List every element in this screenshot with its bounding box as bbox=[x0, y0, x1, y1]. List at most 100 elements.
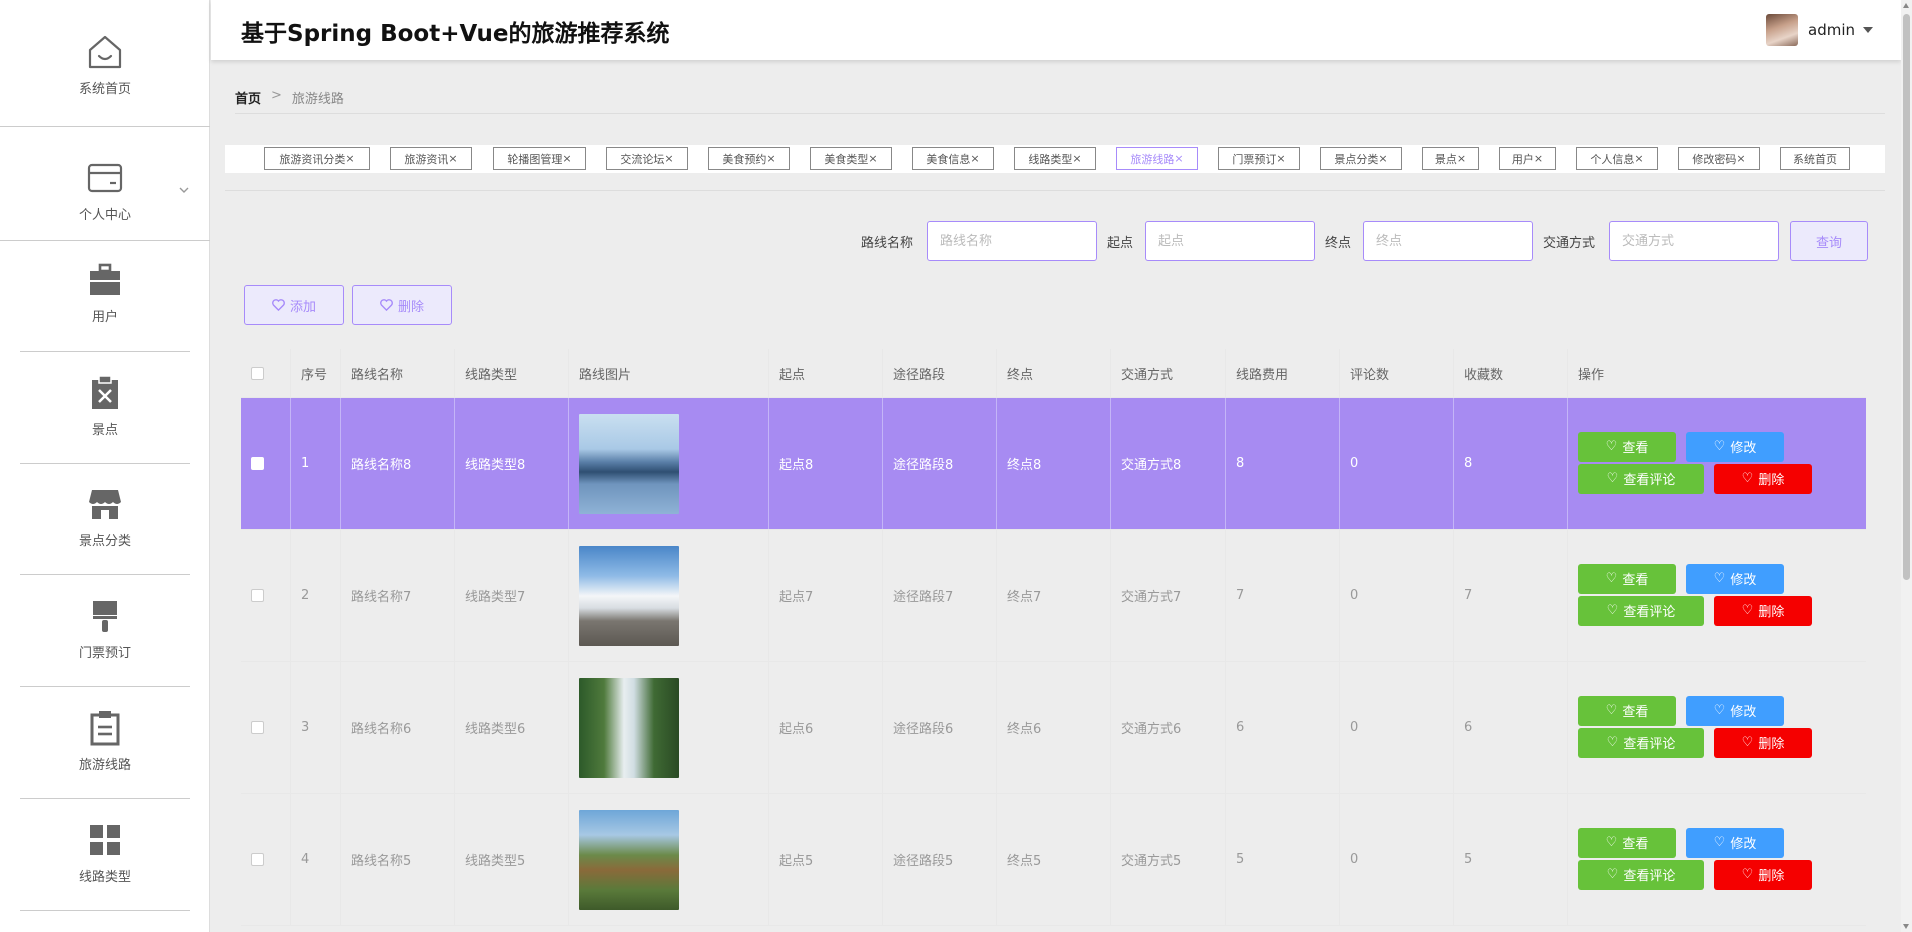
caret-down-icon[interactable] bbox=[1863, 27, 1873, 33]
tag-home[interactable]: 系统首页 bbox=[1780, 147, 1850, 170]
sidebar-item-personal-center[interactable]: 个人中心 bbox=[0, 140, 210, 240]
delete-row-button[interactable]: ♡ 删除 bbox=[1714, 463, 1812, 494]
close-icon[interactable]: × bbox=[868, 152, 877, 165]
heart-icon: ♡ bbox=[1605, 835, 1618, 850]
close-icon[interactable]: × bbox=[1276, 152, 1285, 165]
cell-route: 途径路段6 bbox=[883, 662, 997, 793]
row-checkbox[interactable] bbox=[251, 457, 264, 470]
close-icon[interactable]: × bbox=[1736, 152, 1745, 165]
tag-personal-info[interactable]: 个人信息 × bbox=[1576, 147, 1658, 170]
sidebar-item-home[interactable]: 系统首页 bbox=[0, 14, 210, 114]
waterfall-photo[interactable] bbox=[579, 677, 679, 778]
edit-button[interactable]: ♡ 修改 bbox=[1686, 827, 1784, 858]
table-row[interactable]: 2 路线名称7 线路类型7 起点7 途径路段7 终点7 交通方式7 7 0 7 … bbox=[241, 530, 1866, 662]
scroll-down-arrow[interactable] bbox=[1903, 924, 1909, 929]
select-all-checkbox[interactable] bbox=[251, 366, 264, 380]
delete-row-button[interactable]: ♡ 删除 bbox=[1714, 859, 1812, 890]
great-wall-photo[interactable] bbox=[579, 809, 679, 910]
avatar[interactable] bbox=[1766, 14, 1798, 46]
close-icon[interactable]: × bbox=[1634, 152, 1643, 165]
tag-food-info[interactable]: 美食信息 × bbox=[912, 147, 994, 170]
view-button[interactable]: ♡ 查看 bbox=[1578, 431, 1676, 462]
tag-attractions[interactable]: 景点 × bbox=[1422, 147, 1479, 170]
close-icon[interactable]: × bbox=[970, 152, 979, 165]
end-input[interactable] bbox=[1363, 221, 1533, 261]
start-input[interactable] bbox=[1145, 221, 1315, 261]
close-icon[interactable]: × bbox=[1534, 152, 1543, 165]
query-button[interactable]: 查询 bbox=[1790, 221, 1868, 261]
tag-news-category[interactable]: 旅游资讯分类 × bbox=[264, 147, 370, 170]
close-icon[interactable]: × bbox=[1174, 152, 1183, 165]
cell-fee: 8 bbox=[1226, 398, 1340, 529]
breadcrumb-home[interactable]: 首页 bbox=[235, 88, 261, 107]
edit-button[interactable]: ♡ 修改 bbox=[1686, 431, 1784, 462]
sidebar-item-travel-routes[interactable]: 旅游线路 bbox=[0, 700, 210, 780]
vertical-scrollbar[interactable] bbox=[1901, 0, 1912, 932]
sidebar-item-attractions[interactable]: 景点 bbox=[0, 365, 210, 445]
view-comments-button[interactable]: ♡ 查看评论 bbox=[1578, 595, 1704, 626]
close-icon[interactable]: × bbox=[448, 152, 457, 165]
sidebar-item-route-types[interactable]: 线路类型 bbox=[0, 812, 210, 892]
row-checkbox[interactable] bbox=[251, 853, 264, 866]
close-icon[interactable]: × bbox=[664, 152, 673, 165]
tag-route-type[interactable]: 线路类型 × bbox=[1014, 147, 1096, 170]
table-row[interactable]: 4 路线名称5 线路类型5 起点5 途径路段5 终点5 交通方式5 5 0 5 … bbox=[241, 794, 1866, 926]
close-icon[interactable]: × bbox=[1072, 152, 1081, 165]
tag-travel-routes[interactable]: 旅游线路 × bbox=[1116, 147, 1198, 170]
divider bbox=[20, 798, 190, 799]
delete-row-button[interactable]: ♡ 删除 bbox=[1714, 595, 1812, 626]
view-comments-button[interactable]: ♡ 查看评论 bbox=[1578, 859, 1704, 890]
edit-button[interactable]: ♡ 修改 bbox=[1686, 563, 1784, 594]
close-icon[interactable]: × bbox=[345, 152, 354, 165]
add-button[interactable]: 添加 bbox=[244, 285, 344, 325]
cell-transport: 交通方式8 bbox=[1111, 398, 1226, 529]
heart-icon bbox=[272, 299, 285, 311]
tag-carousel[interactable]: 轮播图管理 × bbox=[493, 147, 586, 170]
row-checkbox[interactable] bbox=[251, 721, 264, 734]
sidebar-item-attraction-category[interactable]: 景点分类 bbox=[0, 476, 210, 556]
start-label: 起点 bbox=[1107, 236, 1134, 251]
close-icon[interactable]: × bbox=[766, 152, 775, 165]
transport-input[interactable] bbox=[1609, 221, 1779, 261]
sidebar-item-users[interactable]: 用户 bbox=[0, 252, 210, 332]
tag-ticket-booking[interactable]: 门票预订 × bbox=[1218, 147, 1300, 170]
table-row[interactable] bbox=[241, 926, 1866, 932]
column-header: 操作 bbox=[1578, 367, 1605, 383]
row-actions: ♡ 查看 ♡ 修改 ♡ 查看评论 ♡ 删除 bbox=[1578, 827, 1818, 892]
close-icon[interactable]: × bbox=[562, 152, 571, 165]
user-name[interactable]: admin bbox=[1808, 21, 1855, 39]
close-icon[interactable]: × bbox=[1457, 152, 1466, 165]
scrollbar-thumb[interactable] bbox=[1903, 14, 1910, 580]
view-button[interactable]: ♡ 查看 bbox=[1578, 695, 1676, 726]
transport-label: 交通方式 bbox=[1543, 236, 1596, 251]
karst-lake-photo[interactable] bbox=[579, 413, 679, 514]
cell-start: 起点8 bbox=[769, 398, 883, 529]
view-button[interactable]: ♡ 查看 bbox=[1578, 827, 1676, 858]
scroll-up-arrow[interactable] bbox=[1903, 3, 1909, 8]
route-name-input[interactable] bbox=[927, 221, 1097, 261]
tag-food-booking[interactable]: 美食预约 × bbox=[708, 147, 790, 170]
delete-button[interactable]: 删除 bbox=[352, 285, 452, 325]
table-row[interactable]: 1 路线名称8 线路类型8 起点8 途径路段8 终点8 交通方式8 8 0 8 … bbox=[241, 398, 1866, 530]
sidebar: 系统首页 个人中心 用户 景点 景点分类 门票预订 旅游线路 线路类型 bbox=[0, 0, 210, 932]
tag-food-type[interactable]: 美食类型 × bbox=[810, 147, 892, 170]
close-icon[interactable]: × bbox=[1378, 152, 1387, 165]
mountain-clouds-photo[interactable] bbox=[579, 545, 679, 646]
tag-forum[interactable]: 交流论坛 × bbox=[606, 147, 688, 170]
view-comments-button[interactable]: ♡ 查看评论 bbox=[1578, 727, 1704, 758]
row-checkbox[interactable] bbox=[251, 589, 264, 602]
tag-attraction-category[interactable]: 景点分类 × bbox=[1320, 147, 1402, 170]
tag-users[interactable]: 用户 × bbox=[1499, 147, 1556, 170]
delete-row-button[interactable]: ♡ 删除 bbox=[1714, 727, 1812, 758]
cell-route-type: 线路类型7 bbox=[455, 530, 569, 661]
sidebar-item-ticket-booking[interactable]: 门票预订 bbox=[0, 588, 210, 668]
table-row[interactable]: 3 路线名称6 线路类型6 起点6 途径路段6 终点6 交通方式6 6 0 6 … bbox=[241, 662, 1866, 794]
view-comments-button[interactable]: ♡ 查看评论 bbox=[1578, 463, 1704, 494]
grid-icon bbox=[85, 820, 125, 860]
user-menu[interactable]: admin bbox=[1766, 14, 1873, 46]
view-button[interactable]: ♡ 查看 bbox=[1578, 563, 1676, 594]
column-header: 交通方式 bbox=[1111, 349, 1226, 397]
edit-button[interactable]: ♡ 修改 bbox=[1686, 695, 1784, 726]
tag-change-password[interactable]: 修改密码 × bbox=[1678, 147, 1760, 170]
tag-news[interactable]: 旅游资讯 × bbox=[390, 147, 472, 170]
